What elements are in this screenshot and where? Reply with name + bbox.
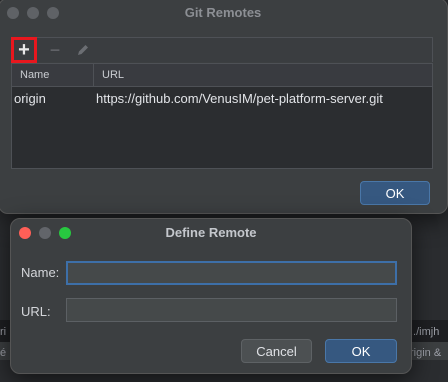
minimize-dialog-button[interactable] xyxy=(39,227,51,239)
remotes-table: Name URL origin https://github.com/Venus… xyxy=(11,63,433,169)
git-remotes-titlebar: Git Remotes xyxy=(0,0,447,27)
remote-name-input[interactable] xyxy=(66,261,397,285)
zoom-dialog-button[interactable] xyxy=(59,227,71,239)
define-remote-titlebar: Define Remote xyxy=(11,219,411,247)
background-text-left: ri xyxy=(0,326,7,338)
zoom-window-button[interactable] xyxy=(47,7,59,19)
dialog-window-controls xyxy=(19,227,71,239)
table-header: Name URL xyxy=(12,64,432,87)
define-remote-title: Define Remote xyxy=(165,225,257,240)
define-remote-dialog: Define Remote Name: URL: Cancel OK xyxy=(10,218,412,374)
remotes-toolbar: + − xyxy=(11,37,433,63)
minimize-window-button[interactable] xyxy=(27,7,39,19)
close-window-button[interactable] xyxy=(7,7,19,19)
background-text-left-2: é xyxy=(0,347,7,359)
name-label: Name: xyxy=(21,265,60,280)
cancel-button[interactable]: Cancel xyxy=(241,339,312,363)
remote-url-cell: https://github.com/VenusIM/pet-platform-… xyxy=(96,91,383,106)
add-remote-button[interactable]: + xyxy=(11,37,37,63)
minus-icon: − xyxy=(49,39,61,60)
column-header-url[interactable]: URL xyxy=(94,64,124,86)
define-remote-ok-button[interactable]: OK xyxy=(325,339,397,363)
background-text-right-2: rigin & xyxy=(410,347,442,359)
close-dialog-button[interactable] xyxy=(19,227,31,239)
git-remotes-window: Git Remotes + − Name URL origin https://… xyxy=(0,0,448,214)
column-header-name[interactable]: Name xyxy=(12,64,94,86)
window-controls xyxy=(7,7,59,19)
git-remotes-title: Git Remotes xyxy=(184,5,262,20)
edit-remote-button[interactable] xyxy=(71,38,95,62)
url-label: URL: xyxy=(21,304,51,319)
background-text-right: ../imjh xyxy=(410,326,440,338)
remote-name-cell: origin xyxy=(14,91,46,106)
remote-url-input[interactable] xyxy=(66,298,397,322)
remove-remote-button[interactable]: − xyxy=(43,38,67,62)
git-remotes-ok-button[interactable]: OK xyxy=(360,181,430,205)
plus-icon: + xyxy=(18,39,30,61)
table-row[interactable]: origin https://github.com/VenusIM/pet-pl… xyxy=(12,87,432,111)
pencil-icon xyxy=(78,45,88,55)
